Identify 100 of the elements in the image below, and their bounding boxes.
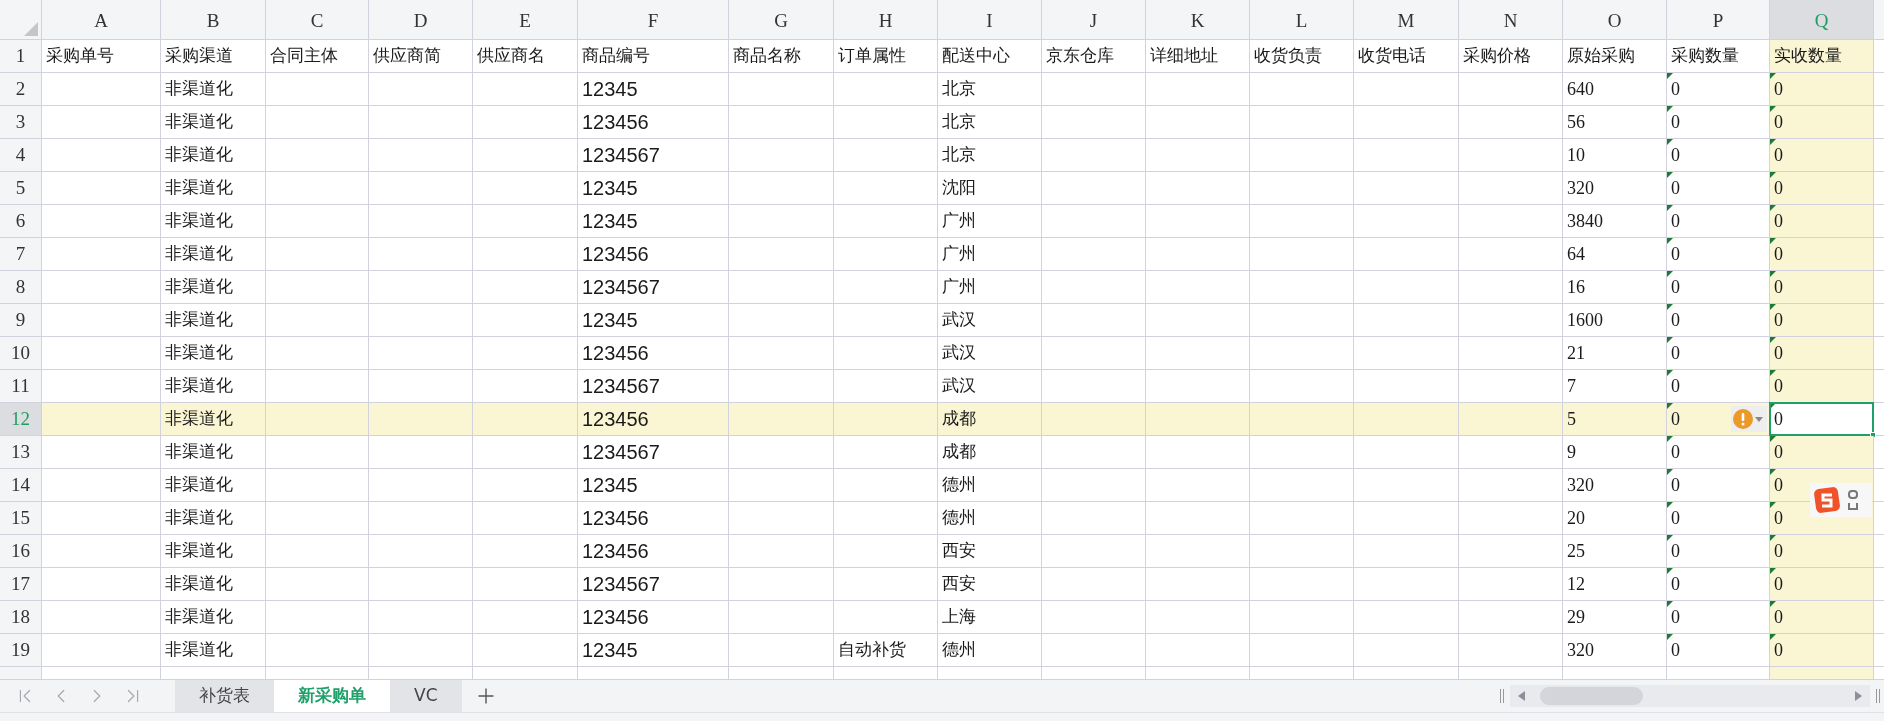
cell-value: 3840 [1567, 209, 1603, 233]
cell-value: 0 [1671, 176, 1680, 200]
row-header[interactable]: 15 [0, 502, 42, 535]
cell-value: 广州 [942, 242, 976, 266]
column-header[interactable]: F [578, 0, 729, 40]
cell-value: 自动补货 [838, 638, 906, 662]
cell-value: 1234567 [582, 440, 660, 465]
row-header[interactable]: 6 [0, 205, 42, 238]
table-cell: 京东仓库 [1042, 40, 1146, 73]
cell-value: 21 [1567, 341, 1585, 365]
sheet-tab[interactable]: VC [390, 680, 462, 712]
cell-value: 12345 [582, 473, 638, 498]
cell-value: 非渠道化 [165, 473, 233, 497]
cell-value: 非渠道化 [165, 374, 233, 398]
cell-value: 非渠道化 [165, 638, 233, 662]
cell-value: 非渠道化 [165, 77, 233, 101]
column-header[interactable]: C [266, 0, 369, 40]
table-cell: 供应商名 [473, 40, 578, 73]
cell-value: 上海 [942, 605, 976, 629]
row-header[interactable]: 18 [0, 601, 42, 634]
row-header[interactable]: 16 [0, 535, 42, 568]
cell-value: 0 [1774, 539, 1783, 563]
row-header[interactable]: 9 [0, 304, 42, 337]
row-header[interactable]: 5 [0, 172, 42, 205]
cell-value: 成都 [942, 407, 976, 431]
cell-value: 5 [1567, 407, 1576, 431]
table-cell: 实收数量 [1770, 40, 1874, 73]
table-cell: 收货负责 [1250, 40, 1354, 73]
cell-value: 0 [1671, 605, 1680, 629]
cell-value: 0 [1774, 275, 1783, 299]
cell-value: 0 [1671, 110, 1680, 134]
cell-value: 320 [1567, 176, 1594, 200]
cell-value: 12345 [582, 176, 638, 201]
row-header[interactable]: 10 [0, 337, 42, 370]
column-header[interactable]: P [1667, 0, 1770, 40]
cell-value: 123456 [582, 407, 649, 432]
cell-value: 西安 [942, 539, 976, 563]
column-header[interactable]: I [938, 0, 1042, 40]
column-header[interactable]: A [42, 0, 161, 40]
row-header[interactable]: 2 [0, 73, 42, 106]
column-header[interactable]: M [1354, 0, 1459, 40]
cell-value: 0 [1774, 242, 1783, 266]
row-header[interactable]: 13 [0, 436, 42, 469]
column-header[interactable]: B [161, 0, 266, 40]
cell-value: 非渠道化 [165, 110, 233, 134]
row-header[interactable]: 4 [0, 139, 42, 172]
column-header[interactable]: E [473, 0, 578, 40]
cell-value: 武汉 [942, 308, 976, 332]
cell-value: 德州 [942, 473, 976, 497]
cell-value: 北京 [942, 110, 976, 134]
table-cell: 订单属性 [834, 40, 938, 73]
cell-value: 成都 [942, 440, 976, 464]
cell-value: 64 [1567, 242, 1585, 266]
cell-value: 7 [1567, 374, 1576, 398]
cell-value: 0 [1671, 341, 1680, 365]
cell-value: 0 [1774, 209, 1783, 233]
cell-value: 武汉 [942, 374, 976, 398]
column-header[interactable]: J [1042, 0, 1146, 40]
cell-value: 1234567 [582, 374, 660, 399]
column-header[interactable]: H [834, 0, 938, 40]
cell-value: 0 [1671, 638, 1680, 662]
cell-value: 123456 [582, 341, 649, 366]
column-header[interactable]: D [369, 0, 473, 40]
sheet-tab[interactable]: 补货表 [175, 680, 274, 712]
cell-value: 非渠道化 [165, 440, 233, 464]
cell-value: 非渠道化 [165, 539, 233, 563]
cell-value: 广州 [942, 275, 976, 299]
row-header[interactable]: 19 [0, 634, 42, 667]
cell-value: 非渠道化 [165, 242, 233, 266]
cell-value: 0 [1774, 110, 1783, 134]
cell-value: 0 [1671, 473, 1680, 497]
row-header[interactable]: 3 [0, 106, 42, 139]
cell-value: 0 [1774, 638, 1783, 662]
row-header[interactable]: 11 [0, 370, 42, 403]
cell-value: 320 [1567, 638, 1594, 662]
table-cell: 原始采购 [1563, 40, 1667, 73]
cell-value: 1234567 [582, 572, 660, 597]
cell-value: 非渠道化 [165, 341, 233, 365]
row-header[interactable]: 17 [0, 568, 42, 601]
column-header[interactable]: N [1459, 0, 1563, 40]
row-header[interactable]: 1 [0, 40, 42, 73]
cell-value: 非渠道化 [165, 605, 233, 629]
cell-value: 0 [1774, 440, 1783, 464]
cell-value: 123456 [582, 539, 649, 564]
column-header[interactable]: L [1250, 0, 1354, 40]
cell-value: 0 [1774, 143, 1783, 167]
column-header[interactable]: O [1563, 0, 1667, 40]
cell-value: 0 [1671, 242, 1680, 266]
cell-value: 1234567 [582, 275, 660, 300]
row-header[interactable]: 14 [0, 469, 42, 502]
cell-value: 16 [1567, 275, 1585, 299]
cell-value: 0 [1774, 605, 1783, 629]
cell-value: 0 [1671, 209, 1680, 233]
column-header[interactable]: G [729, 0, 834, 40]
row-header[interactable]: 8 [0, 271, 42, 304]
row-header[interactable]: 7 [0, 238, 42, 271]
cell-value: 沈阳 [942, 176, 976, 200]
cell-value: 德州 [942, 638, 976, 662]
cell-value: 0 [1774, 407, 1783, 431]
column-header[interactable]: K [1146, 0, 1250, 40]
